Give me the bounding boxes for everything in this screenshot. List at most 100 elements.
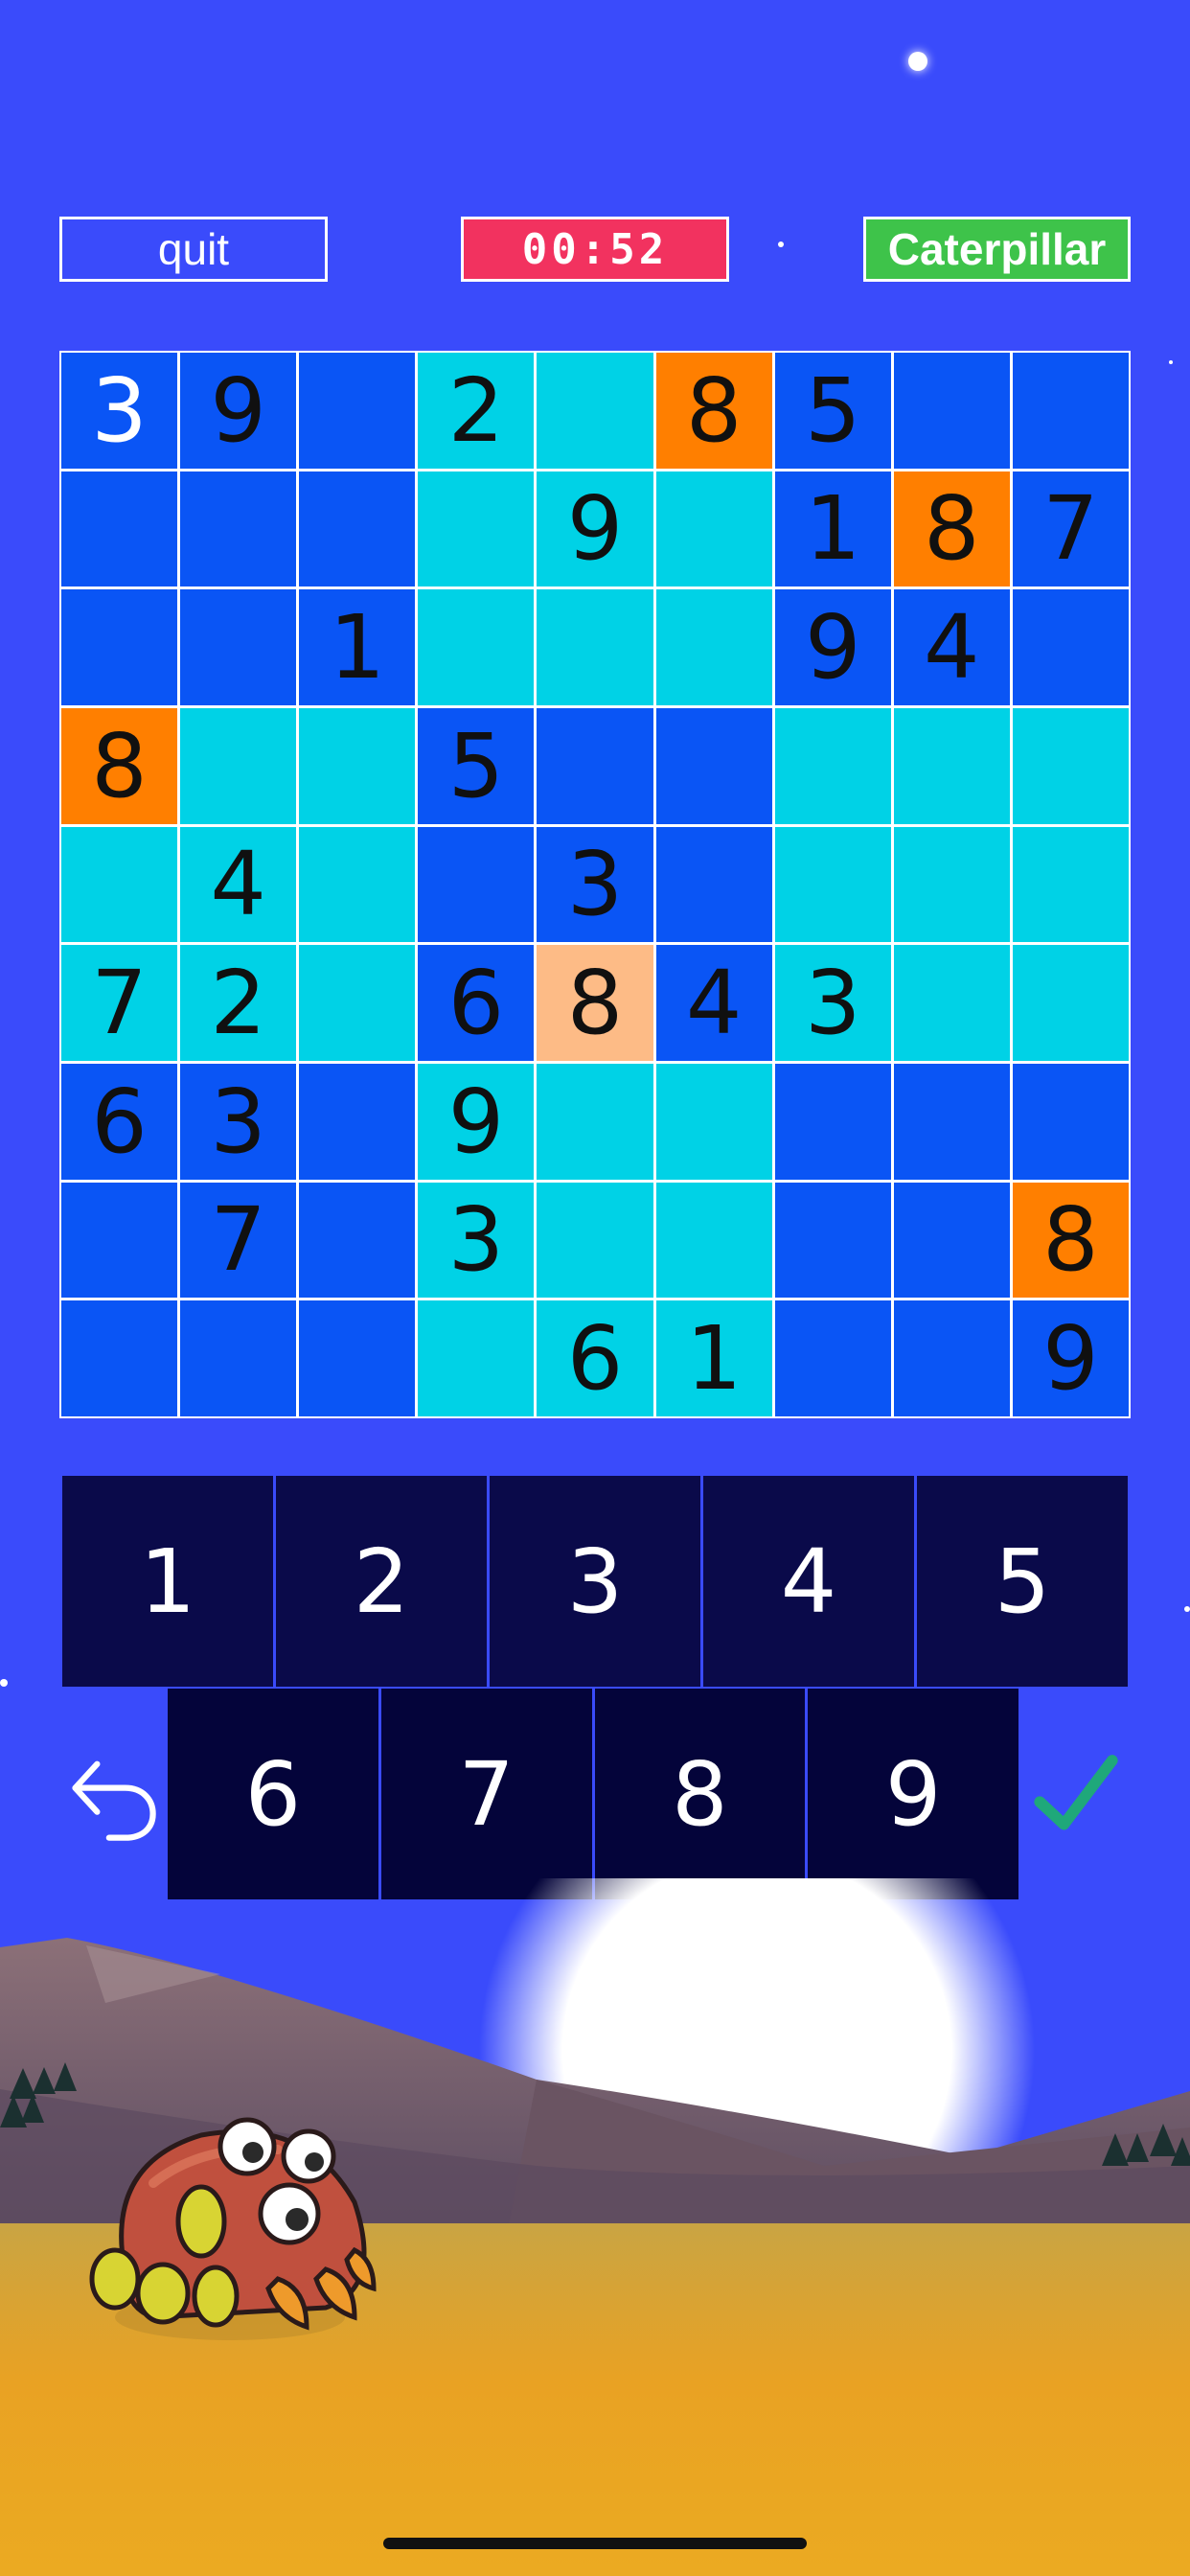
sudoku-cell[interactable] xyxy=(893,353,1010,469)
sudoku-cell[interactable]: 1 xyxy=(299,589,416,705)
desert-landscape xyxy=(0,1878,1190,2576)
undo-arrow-icon[interactable] xyxy=(63,1746,163,1846)
sudoku-cell[interactable] xyxy=(893,945,1010,1061)
number-pad-row-2: 6789 xyxy=(168,1689,1018,1899)
sudoku-cell[interactable] xyxy=(299,471,416,587)
sudoku-cell[interactable]: 9 xyxy=(537,471,653,587)
sudoku-cell[interactable]: 6 xyxy=(418,945,535,1061)
sudoku-cell[interactable]: 3 xyxy=(774,945,891,1061)
number-key-4[interactable]: 4 xyxy=(703,1476,914,1687)
sudoku-cell[interactable]: 4 xyxy=(893,589,1010,705)
sudoku-cell[interactable]: 4 xyxy=(180,826,297,943)
sudoku-cell[interactable]: 7 xyxy=(1012,471,1129,587)
sudoku-cell[interactable]: 2 xyxy=(180,945,297,1061)
sudoku-cell[interactable] xyxy=(1012,353,1129,469)
sudoku-cell[interactable]: 9 xyxy=(418,1063,535,1180)
sudoku-cell[interactable] xyxy=(299,1063,416,1180)
number-key-9[interactable]: 9 xyxy=(808,1689,1018,1899)
sudoku-cell[interactable] xyxy=(299,945,416,1061)
sudoku-cell[interactable]: 8 xyxy=(1012,1182,1129,1299)
sudoku-cell[interactable] xyxy=(1012,1063,1129,1180)
star xyxy=(908,52,927,71)
sudoku-cell[interactable]: 3 xyxy=(537,826,653,943)
sudoku-cell[interactable] xyxy=(418,589,535,705)
star xyxy=(0,1679,8,1687)
sudoku-cell[interactable]: 9 xyxy=(774,589,891,705)
sudoku-cell[interactable] xyxy=(418,826,535,943)
sudoku-cell[interactable]: 3 xyxy=(61,353,178,469)
sudoku-cell[interactable] xyxy=(1012,826,1129,943)
sudoku-cell[interactable] xyxy=(893,1182,1010,1299)
sudoku-cell[interactable] xyxy=(180,589,297,705)
sudoku-cell[interactable] xyxy=(893,1300,1010,1416)
sudoku-cell[interactable] xyxy=(299,826,416,943)
sudoku-cell[interactable]: 9 xyxy=(180,353,297,469)
level-name-badge: Caterpillar xyxy=(863,217,1131,282)
sudoku-cell[interactable] xyxy=(893,707,1010,824)
sudoku-cell[interactable] xyxy=(774,1063,891,1180)
number-key-7[interactable]: 7 xyxy=(380,1689,592,1899)
sudoku-cell[interactable]: 3 xyxy=(180,1063,297,1180)
sudoku-cell[interactable] xyxy=(774,826,891,943)
sudoku-cell[interactable] xyxy=(1012,707,1129,824)
star xyxy=(1169,360,1173,364)
number-key-6[interactable]: 6 xyxy=(168,1689,378,1899)
number-key-5[interactable]: 5 xyxy=(917,1476,1128,1687)
sudoku-cell[interactable] xyxy=(1012,945,1129,1061)
sudoku-cell[interactable]: 5 xyxy=(418,707,535,824)
checkmark-icon[interactable] xyxy=(1033,1752,1119,1838)
sudoku-cell[interactable]: 8 xyxy=(61,707,178,824)
sudoku-cell[interactable] xyxy=(655,1063,772,1180)
sudoku-cell[interactable]: 8 xyxy=(893,471,1010,587)
number-key-3[interactable]: 3 xyxy=(490,1476,700,1687)
sudoku-cell[interactable] xyxy=(180,471,297,587)
sudoku-cell[interactable] xyxy=(893,826,1010,943)
sudoku-cell[interactable] xyxy=(61,471,178,587)
sudoku-cell[interactable]: 9 xyxy=(1012,1300,1129,1416)
sudoku-cell[interactable] xyxy=(418,1300,535,1416)
sudoku-cell[interactable] xyxy=(180,707,297,824)
sudoku-cell[interactable] xyxy=(61,589,178,705)
sudoku-cell[interactable]: 8 xyxy=(655,353,772,469)
sudoku-cell[interactable] xyxy=(299,1300,416,1416)
sudoku-cell[interactable] xyxy=(774,707,891,824)
sudoku-cell[interactable] xyxy=(655,826,772,943)
number-key-8[interactable]: 8 xyxy=(594,1689,806,1899)
sudoku-cell[interactable] xyxy=(299,353,416,469)
sudoku-cell[interactable] xyxy=(774,1300,891,1416)
sudoku-cell[interactable]: 2 xyxy=(418,353,535,469)
sudoku-cell[interactable] xyxy=(537,1182,653,1299)
sudoku-cell[interactable]: 5 xyxy=(774,353,891,469)
sudoku-cell[interactable] xyxy=(537,589,653,705)
quit-button[interactable]: quit xyxy=(59,217,328,282)
home-indicator[interactable] xyxy=(383,2538,807,2549)
sudoku-cell[interactable] xyxy=(655,1182,772,1299)
sudoku-cell[interactable] xyxy=(537,353,653,469)
sudoku-cell[interactable] xyxy=(61,1300,178,1416)
sudoku-cell[interactable] xyxy=(418,471,535,587)
sudoku-cell[interactable]: 1 xyxy=(774,471,891,587)
sudoku-cell[interactable] xyxy=(537,1063,653,1180)
sudoku-cell[interactable]: 3 xyxy=(418,1182,535,1299)
sudoku-cell[interactable] xyxy=(655,471,772,587)
sudoku-cell[interactable] xyxy=(655,707,772,824)
sudoku-cell[interactable]: 6 xyxy=(537,1300,653,1416)
sudoku-cell[interactable]: 4 xyxy=(655,945,772,1061)
sudoku-cell[interactable] xyxy=(299,1182,416,1299)
sudoku-cell[interactable] xyxy=(774,1182,891,1299)
sudoku-cell[interactable]: 8 xyxy=(537,945,653,1061)
sudoku-cell[interactable] xyxy=(537,707,653,824)
sudoku-cell[interactable] xyxy=(180,1300,297,1416)
sudoku-cell[interactable] xyxy=(61,1182,178,1299)
sudoku-cell[interactable] xyxy=(299,707,416,824)
sudoku-cell[interactable] xyxy=(893,1063,1010,1180)
sudoku-cell[interactable]: 7 xyxy=(180,1182,297,1299)
sudoku-cell[interactable]: 1 xyxy=(655,1300,772,1416)
sudoku-cell[interactable] xyxy=(1012,589,1129,705)
sudoku-cell[interactable]: 7 xyxy=(61,945,178,1061)
number-key-1[interactable]: 1 xyxy=(62,1476,273,1687)
sudoku-cell[interactable]: 6 xyxy=(61,1063,178,1180)
sudoku-cell[interactable] xyxy=(61,826,178,943)
sudoku-cell[interactable] xyxy=(655,589,772,705)
number-key-2[interactable]: 2 xyxy=(276,1476,487,1687)
